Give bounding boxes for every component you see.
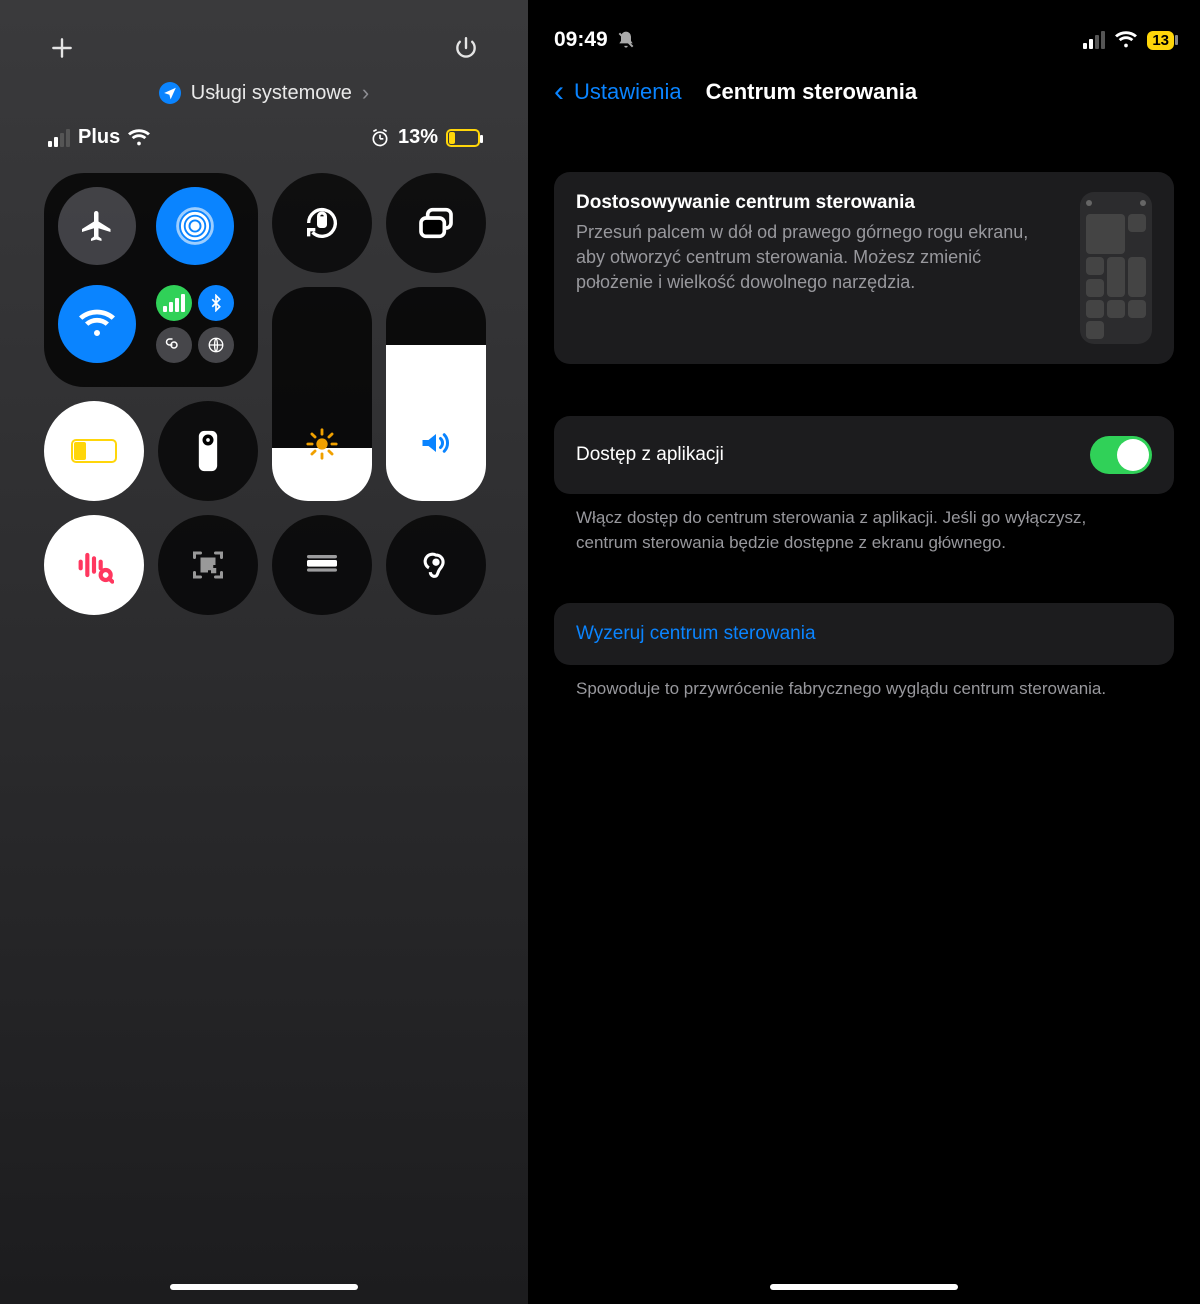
back-chevron-icon[interactable]: ‹ <box>554 77 564 107</box>
airdrop-toggle[interactable] <box>156 187 234 265</box>
battery-icon <box>446 129 480 147</box>
wifi-icon <box>1115 29 1137 51</box>
card-body: Przesuń palcem w dół od prawego górnego … <box>576 220 1060 296</box>
qr-scanner-button[interactable] <box>158 515 258 615</box>
shazam-button[interactable] <box>44 515 144 615</box>
access-switch[interactable] <box>1090 436 1152 474</box>
reset-control-center-button[interactable]: Wyzeruj centrum sterowania <box>554 603 1174 665</box>
personal-hotspot-toggle[interactable] <box>156 327 192 363</box>
silent-icon <box>616 30 636 50</box>
brightness-icon <box>305 427 339 461</box>
wallet-button[interactable] <box>272 515 372 615</box>
airplane-mode-toggle[interactable] <box>58 187 136 265</box>
location-icon <box>159 82 181 104</box>
cellular-data-toggle[interactable] <box>156 285 192 321</box>
reset-footer: Spowoduje to przywrócenie fabrycznego wy… <box>554 665 1174 702</box>
hearing-button[interactable] <box>386 515 486 615</box>
settings-pane: 09:49 13 ‹ Ustawienia Centrum sterowania… <box>528 0 1200 1304</box>
bluetooth-toggle[interactable] <box>198 285 234 321</box>
carrier-label: Plus <box>78 126 120 149</box>
control-center-pane: Usługi systemowe › Plus 13% <box>0 0 528 1304</box>
add-button[interactable] <box>44 30 80 66</box>
access-from-apps-row: Dostęp z aplikacji <box>554 416 1174 494</box>
chevron-right-icon: › <box>362 80 369 106</box>
power-button[interactable] <box>448 30 484 66</box>
orientation-lock-toggle[interactable] <box>272 173 372 273</box>
volume-icon <box>418 425 454 461</box>
access-label: Dostęp z aplikacji <box>576 444 724 466</box>
wifi-toggle[interactable] <box>58 285 136 363</box>
connectivity-mini-group <box>156 285 234 363</box>
battery-percent: 13% <box>398 126 438 149</box>
time-label: 09:49 <box>554 28 608 52</box>
cellular-icon <box>1083 31 1105 49</box>
system-services-link[interactable]: Usługi systemowe › <box>0 80 528 106</box>
brightness-slider[interactable] <box>272 287 372 501</box>
home-indicator[interactable] <box>170 1284 358 1290</box>
status-bar-right: 09:49 13 <box>554 0 1174 60</box>
alarm-icon <box>370 128 390 148</box>
connectivity-group[interactable] <box>44 173 258 387</box>
screen-mirroring-button[interactable] <box>386 173 486 273</box>
cellular-icon <box>48 129 70 147</box>
volume-slider[interactable] <box>386 287 486 501</box>
card-title: Dostosowywanie centrum sterowania <box>576 192 1060 214</box>
customize-card[interactable]: Dostosowywanie centrum sterowania Przesu… <box>554 172 1174 364</box>
status-bar: Plus 13% <box>0 106 528 161</box>
reset-label: Wyzeruj centrum sterowania <box>576 623 816 644</box>
apple-tv-remote-button[interactable] <box>158 401 258 501</box>
low-power-mode-toggle[interactable] <box>44 401 144 501</box>
system-services-label: Usługi systemowe <box>191 82 352 105</box>
vpn-toggle[interactable] <box>198 327 234 363</box>
home-indicator[interactable] <box>770 1284 958 1290</box>
back-link[interactable]: Ustawienia <box>574 79 682 105</box>
page-title: Centrum sterowania <box>706 79 918 105</box>
wifi-icon <box>128 127 150 149</box>
access-footer: Włącz dostęp do centrum sterowania z apl… <box>554 494 1174 555</box>
battery-badge: 13 <box>1147 31 1174 50</box>
control-center-thumbnail <box>1080 192 1152 344</box>
